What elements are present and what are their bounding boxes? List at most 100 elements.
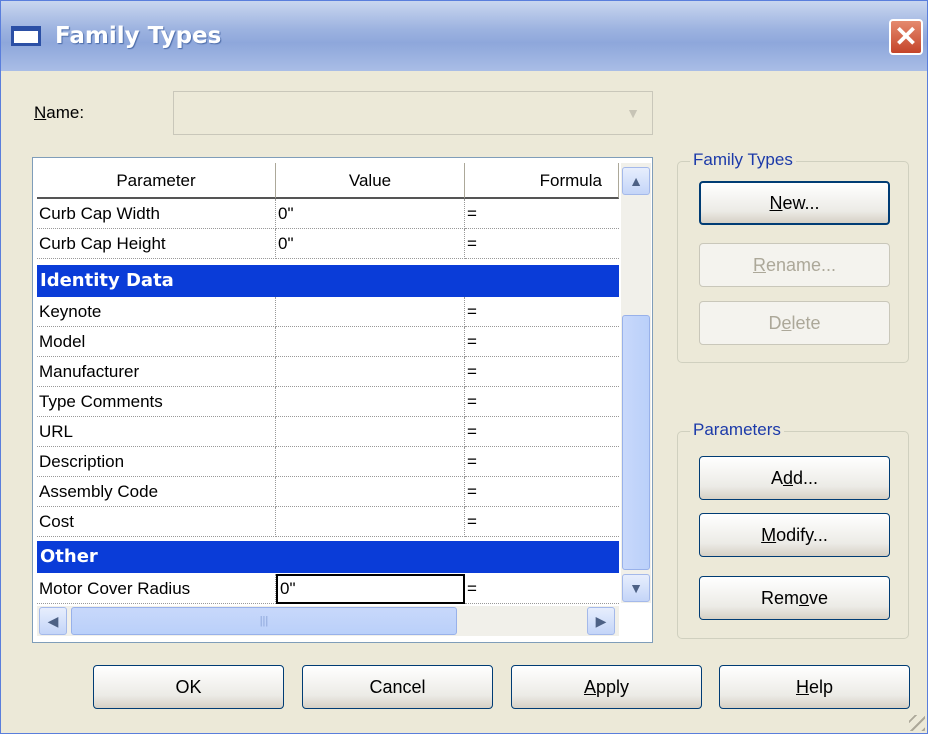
delete-label: lete xyxy=(791,313,821,333)
remove-label-pre: Rem xyxy=(760,588,799,608)
table-row[interactable]: Description = xyxy=(37,447,619,477)
name-label-accel: N xyxy=(34,103,47,122)
remove-parameter-button[interactable]: Remove xyxy=(699,576,890,620)
formula-cell[interactable]: = xyxy=(465,447,619,477)
add-label-pre: A xyxy=(770,468,783,488)
add-accel: d xyxy=(782,468,793,488)
dropdown-arrow-icon[interactable]: ▼ xyxy=(620,100,646,126)
table-row[interactable]: Assembly Code = xyxy=(37,477,619,507)
name-dropdown[interactable]: ▼ xyxy=(173,91,653,135)
rename-label: ename... xyxy=(765,255,837,275)
param-cell: Type Comments xyxy=(37,387,276,417)
param-cell: Model xyxy=(37,327,276,357)
name-label-text: ame: xyxy=(46,103,85,122)
formula-cell[interactable]: = xyxy=(465,229,619,259)
new-accel: N xyxy=(769,193,783,213)
modify-parameter-button[interactable]: Modify... xyxy=(699,513,890,557)
cancel-button[interactable]: Cancel xyxy=(302,665,493,709)
param-cell: Curb Cap Height xyxy=(37,229,276,259)
value-cell[interactable] xyxy=(276,447,465,477)
group-header-identity-data[interactable]: Identity Data xyxy=(37,265,619,297)
table-row[interactable]: URL = xyxy=(37,417,619,447)
formula-cell[interactable]: = xyxy=(465,417,619,447)
window-title: Family Types xyxy=(55,23,222,49)
apply-accel: A xyxy=(583,677,596,697)
window-icon xyxy=(11,26,41,46)
delete-accel: e xyxy=(781,313,792,333)
vertical-scrollbar[interactable]: ▲ ▼ xyxy=(621,163,651,603)
formula-cell[interactable]: = xyxy=(465,387,619,417)
modify-label: odify... xyxy=(776,525,828,545)
rename-button[interactable]: Rename... xyxy=(699,243,890,287)
help-accel: H xyxy=(795,677,809,697)
ok-button[interactable]: OK xyxy=(93,665,284,709)
table-row[interactable]: Type Comments = xyxy=(37,387,619,417)
table-row[interactable]: Manufacturer = xyxy=(37,357,619,387)
scroll-left-icon[interactable]: ◀ xyxy=(39,607,67,635)
param-cell: Description xyxy=(37,447,276,477)
apply-label: pply xyxy=(595,677,630,697)
param-cell: Curb Cap Width xyxy=(37,199,276,229)
title-bar: Family Types ✕ xyxy=(1,1,927,71)
horizontal-scroll-thumb[interactable]: ||| xyxy=(71,607,457,635)
scroll-down-icon[interactable]: ▼ xyxy=(622,574,650,602)
table-row[interactable]: Curb Cap Height 0" = xyxy=(37,229,619,259)
family-types-dialog: Family Types ✕ Name: ▼ Parameter Value F… xyxy=(0,0,928,734)
param-cell: Assembly Code xyxy=(37,477,276,507)
new-button[interactable]: New... xyxy=(699,181,890,225)
value-cell[interactable] xyxy=(276,357,465,387)
scroll-up-icon[interactable]: ▲ xyxy=(622,167,650,195)
param-cell: URL xyxy=(37,417,276,447)
value-cell[interactable] xyxy=(276,507,465,537)
delete-label-pre: D xyxy=(768,313,782,333)
table-row[interactable]: Motor Cover Radius 0" = xyxy=(37,574,619,604)
apply-button[interactable]: Apply xyxy=(511,665,702,709)
table-row[interactable]: Keynote = xyxy=(37,297,619,327)
table-row[interactable]: Cost = xyxy=(37,507,619,537)
column-header-parameter[interactable]: Parameter xyxy=(37,163,276,199)
horizontal-scrollbar[interactable]: ◀ ||| ▶ xyxy=(37,606,619,636)
value-cell[interactable] xyxy=(276,417,465,447)
formula-cell[interactable]: = xyxy=(465,297,619,327)
parameters-group-title: Parameters xyxy=(690,420,784,440)
value-cell[interactable] xyxy=(276,387,465,417)
value-cell[interactable]: 0" xyxy=(276,229,465,259)
value-cell[interactable]: 0" xyxy=(276,199,465,229)
param-cell: Cost xyxy=(37,507,276,537)
help-label: elp xyxy=(808,677,834,697)
formula-cell[interactable]: = xyxy=(465,357,619,387)
resize-grip-icon[interactable] xyxy=(909,715,925,731)
value-cell[interactable] xyxy=(276,327,465,357)
vertical-scroll-thumb[interactable] xyxy=(622,315,650,570)
modify-accel: M xyxy=(761,525,777,545)
close-icon[interactable]: ✕ xyxy=(889,19,923,55)
group-header-other[interactable]: Other xyxy=(37,541,619,573)
remove-label: ve xyxy=(809,588,829,608)
param-cell: Keynote xyxy=(37,297,276,327)
value-cell-editing[interactable]: 0" xyxy=(276,574,465,604)
column-header-value[interactable]: Value xyxy=(276,163,465,199)
formula-cell[interactable]: = xyxy=(465,507,619,537)
column-header-formula[interactable]: Formula xyxy=(465,163,619,199)
param-cell: Motor Cover Radius xyxy=(37,574,276,604)
formula-cell[interactable]: = xyxy=(465,477,619,507)
param-cell: Manufacturer xyxy=(37,357,276,387)
scroll-right-icon[interactable]: ▶ xyxy=(587,607,615,635)
name-label: Name: xyxy=(34,103,84,123)
table-row[interactable]: Curb Cap Width 0" = xyxy=(37,199,619,229)
rename-accel: R xyxy=(752,255,766,275)
remove-accel: o xyxy=(798,588,809,608)
formula-cell[interactable]: = xyxy=(465,199,619,229)
delete-button[interactable]: Delete xyxy=(699,301,890,345)
formula-cell[interactable]: = xyxy=(465,327,619,357)
help-button[interactable]: Help xyxy=(719,665,910,709)
formula-cell[interactable]: = xyxy=(465,574,619,604)
new-label: ew... xyxy=(782,193,820,213)
parameter-grid: Parameter Value Formula Curb Cap Width 0… xyxy=(32,157,653,643)
add-parameter-button[interactable]: Add... xyxy=(699,456,890,500)
value-cell[interactable] xyxy=(276,297,465,327)
table-row[interactable]: Model = xyxy=(37,327,619,357)
family-types-group-title: Family Types xyxy=(690,150,796,170)
add-label: d... xyxy=(793,468,819,488)
value-cell[interactable] xyxy=(276,477,465,507)
